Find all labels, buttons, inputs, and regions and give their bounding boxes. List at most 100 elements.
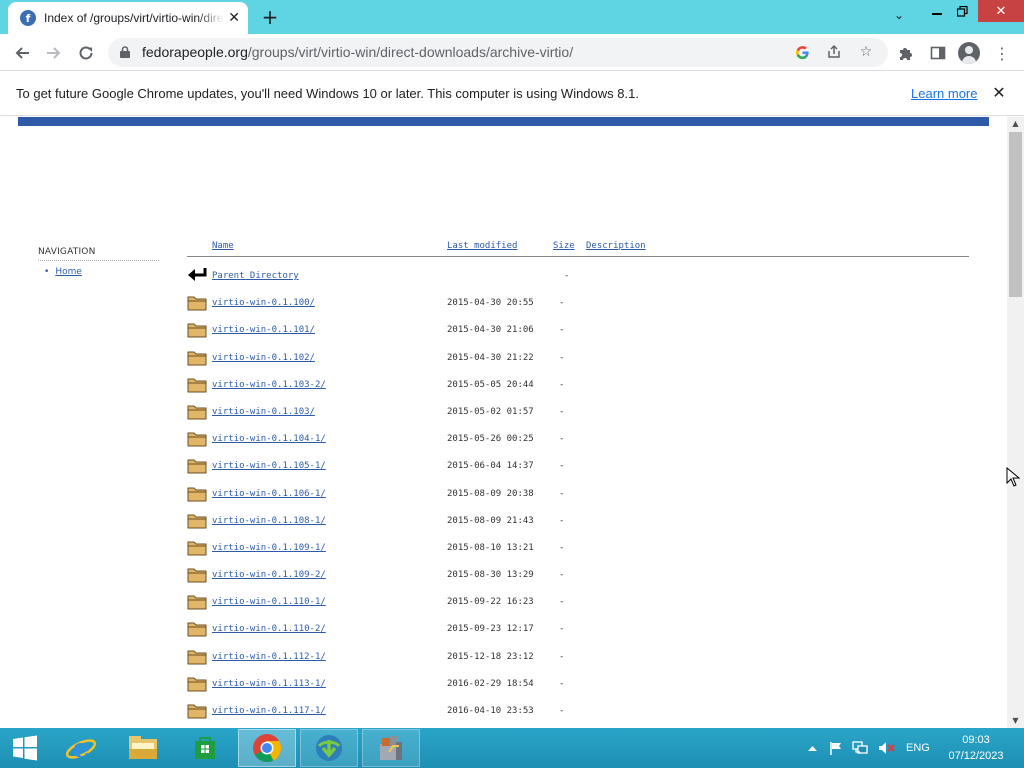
- size-cell: -: [559, 542, 565, 553]
- url-text[interactable]: fedorapeople.org/groups/virt/virtio-win/…: [142, 44, 573, 60]
- listing-row: virtio-win-0.1.105-1/2015-06-04 14:37 -: [187, 454, 969, 481]
- folder-link[interactable]: virtio-win-0.1.100/: [212, 298, 315, 308]
- folder-link[interactable]: virtio-win-0.1.105-1/: [212, 461, 326, 471]
- browser-tab[interactable]: f Index of /groups/virt/virtio-win/direc…: [8, 2, 248, 34]
- show-hidden-icons-chevron-icon[interactable]: [806, 740, 818, 756]
- sort-by-size-link[interactable]: Size: [553, 241, 575, 251]
- reload-icon[interactable]: [74, 41, 98, 65]
- folder-link[interactable]: virtio-win-0.1.108-1/: [212, 516, 326, 526]
- window-restore-button[interactable]: [947, 0, 977, 22]
- lock-icon[interactable]: [118, 45, 132, 59]
- sort-by-name-link[interactable]: Name: [212, 241, 234, 251]
- chrome-icon: [253, 734, 282, 763]
- folder-link[interactable]: virtio-win-0.1.103/: [212, 407, 315, 417]
- tab-title: Index of /groups/virt/virtio-win/direct-…: [44, 11, 224, 25]
- windows-logo-icon: [13, 735, 37, 761]
- folder-link[interactable]: virtio-win-0.1.106-1/: [212, 489, 326, 499]
- tab-strip: f Index of /groups/virt/virtio-win/direc…: [0, 0, 1024, 34]
- vertical-scrollbar[interactable]: ▲ ▼: [1007, 117, 1024, 728]
- folder-link[interactable]: virtio-win-0.1.110-2/: [212, 624, 326, 634]
- listing-row: virtio-win-0.1.112-1/2015-12-18 23:12 -: [187, 645, 969, 672]
- folder-link[interactable]: virtio-win-0.1.104-1/: [212, 434, 326, 444]
- star-icon[interactable]: ☆: [856, 42, 876, 62]
- folder-icon: [187, 650, 207, 665]
- size-cell: -: [559, 651, 565, 662]
- listing-rows: Parent Directory - virtio-win-0.1.100/2015…: [187, 264, 969, 728]
- listing-row: virtio-win-0.1.100/2015-04-30 20:55 -: [187, 291, 969, 318]
- forward-arrow-icon[interactable]: [42, 41, 66, 65]
- home-link[interactable]: Home: [55, 267, 82, 277]
- listing-row: virtio-win-0.1.104-1/2015-05-26 00:25 -: [187, 427, 969, 454]
- puzzle-icon[interactable]: [894, 41, 918, 65]
- listing-row: virtio-win-0.1.113-1/2016-02-29 18:54 -: [187, 672, 969, 699]
- listing-row: virtio-win-0.1.110-2/2015-09-23 12:17 -: [187, 617, 969, 644]
- scroll-down-arrow-icon[interactable]: ▼: [1007, 714, 1024, 728]
- size-cell: -: [559, 597, 565, 608]
- last-modified-cell: 2015-08-30 13:29: [447, 570, 534, 581]
- kebab-menu-icon[interactable]: ⋮: [990, 41, 1014, 65]
- store-button[interactable]: [176, 729, 234, 767]
- folder-icon: [187, 296, 207, 311]
- size-cell: -: [559, 325, 565, 336]
- input-language-indicator[interactable]: ENG: [906, 742, 930, 754]
- volume-muted-icon[interactable]: [877, 740, 895, 756]
- chrome-taskbar-button[interactable]: [238, 729, 296, 767]
- back-arrow-icon[interactable]: [10, 41, 34, 65]
- tab-close-icon[interactable]: ✕: [228, 10, 240, 26]
- listing-row: virtio-win-0.1.110-1/2015-09-22 16:23 -: [187, 590, 969, 617]
- folder-link[interactable]: virtio-win-0.1.109-1/: [212, 543, 326, 553]
- mouse-cursor-icon: [1006, 467, 1020, 487]
- last-modified-cell: 2015-05-02 01:57: [447, 406, 534, 417]
- learn-more-link[interactable]: Learn more: [911, 86, 977, 101]
- parent-directory-link[interactable]: Parent Directory: [212, 271, 299, 281]
- clock-date[interactable]: 07/12/2023: [944, 750, 1008, 762]
- folder-link[interactable]: virtio-win-0.1.102/: [212, 353, 315, 363]
- window-close-button[interactable]: ✕: [978, 0, 1024, 22]
- last-modified-cell: 2015-08-09 21:43: [447, 515, 534, 526]
- address-bar[interactable]: fedorapeople.org/groups/virt/virtio-win/…: [108, 38, 888, 67]
- folder-link[interactable]: virtio-win-0.1.103-2/: [212, 380, 326, 390]
- size-cell: -: [559, 515, 565, 526]
- listing-row: virtio-win-0.1.106-1/2015-08-09 20:38 -: [187, 482, 969, 509]
- start-button[interactable]: [0, 729, 50, 767]
- folder-link[interactable]: virtio-win-0.1.112-1/: [212, 652, 326, 662]
- listing-row: virtio-win-0.1.109-1/2015-08-10 13:21 -: [187, 536, 969, 563]
- folder-link[interactable]: virtio-win-0.1.113-1/: [212, 679, 326, 689]
- new-tab-button[interactable]: +: [260, 7, 280, 27]
- infobar-close-icon[interactable]: ✕: [990, 84, 1008, 102]
- side-panel-icon[interactable]: [926, 41, 950, 65]
- file-explorer-icon: [129, 736, 157, 759]
- google-icon[interactable]: [792, 42, 812, 62]
- installer-button[interactable]: [362, 729, 420, 767]
- scrollbar-thumb[interactable]: [1009, 132, 1022, 297]
- scroll-up-arrow-icon[interactable]: ▲: [1007, 117, 1024, 131]
- clock-time[interactable]: 09:03: [948, 734, 1004, 746]
- download-manager-button[interactable]: [300, 729, 358, 767]
- back-icon: [188, 268, 207, 281]
- last-modified-cell: 2015-09-22 16:23: [447, 597, 534, 608]
- sort-by-last-modified-link[interactable]: Last modified: [447, 241, 517, 251]
- folder-icon: [187, 677, 207, 692]
- profile-icon[interactable]: [958, 42, 980, 64]
- folder-icon: [187, 541, 207, 556]
- tab-search-chevron-icon[interactable]: ⌄: [889, 8, 909, 26]
- listing-row: virtio-win-0.1.102/2015-04-30 21:22 -: [187, 346, 969, 373]
- update-infobar: To get future Google Chrome updates, you…: [0, 72, 1024, 116]
- folder-link[interactable]: virtio-win-0.1.109-2/: [212, 570, 326, 580]
- share-icon[interactable]: [824, 42, 844, 62]
- folder-icon: [187, 323, 207, 338]
- folder-link[interactable]: virtio-win-0.1.101/: [212, 325, 315, 335]
- file-explorer-button[interactable]: [114, 729, 172, 767]
- svg-text:e: e: [73, 734, 90, 764]
- network-icon[interactable]: [852, 740, 868, 756]
- action-center-flag-icon[interactable]: [828, 740, 844, 756]
- internet-explorer-button[interactable]: e: [52, 729, 110, 767]
- download-manager-icon: [316, 735, 342, 761]
- last-modified-cell: 2015-04-30 20:55: [447, 298, 534, 309]
- sort-by-description-link[interactable]: Description: [586, 241, 646, 251]
- folder-link[interactable]: virtio-win-0.1.117-1/: [212, 706, 326, 716]
- last-modified-cell: 2015-12-18 23:12: [447, 651, 534, 662]
- last-modified-cell: 2015-05-26 00:25: [447, 434, 534, 445]
- folder-link[interactable]: virtio-win-0.1.110-1/: [212, 597, 326, 607]
- last-modified-cell: 2015-08-09 20:38: [447, 488, 534, 499]
